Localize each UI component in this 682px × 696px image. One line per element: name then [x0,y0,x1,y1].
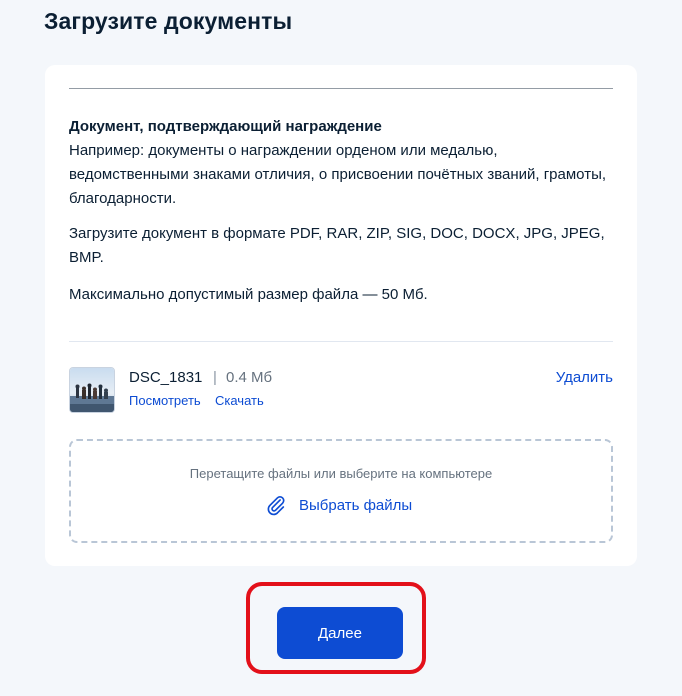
choose-files-button[interactable]: Выбрать файлы [265,493,412,517]
photo-thumbnail[interactable] [69,367,115,413]
choose-files-label: Выбрать файлы [299,496,413,514]
document-example: Например: документы о награждении ордено… [69,142,607,207]
page-title: Загрузите документы [44,8,293,34]
upload-card: Документ, подтверждающий награждение Нап… [45,65,637,566]
section-divider [69,341,613,342]
download-file-link[interactable]: Скачать [215,393,264,408]
delete-file-link[interactable]: Удалить [556,369,613,386]
view-file-link[interactable]: Посмотреть [129,393,201,408]
document-heading: Документ, подтверждающий награждение [69,118,382,135]
max-size-text: Максимально допустимый размер файла — 50… [69,286,428,303]
file-name: DSC_1831 [129,369,203,386]
paperclip-icon [267,496,285,516]
file-separator: | [213,369,217,386]
uploaded-file-row: DSC_1831 | 0.4 Мб Посмотреть Скачать Уда… [69,367,613,415]
document-description: Документ, подтверждающий награждение Нап… [69,115,609,211]
next-button[interactable]: Далее [277,607,403,659]
allowed-formats-text: Загрузите документ в формате PDF, RAR, Z… [69,225,605,266]
file-size: 0.4 Мб [226,369,273,386]
dropzone-hint: Перетащите файлы или выберите на компьют… [189,466,493,481]
file-dropzone[interactable]: Перетащите файлы или выберите на компьют… [69,439,613,543]
top-divider [69,88,613,89]
